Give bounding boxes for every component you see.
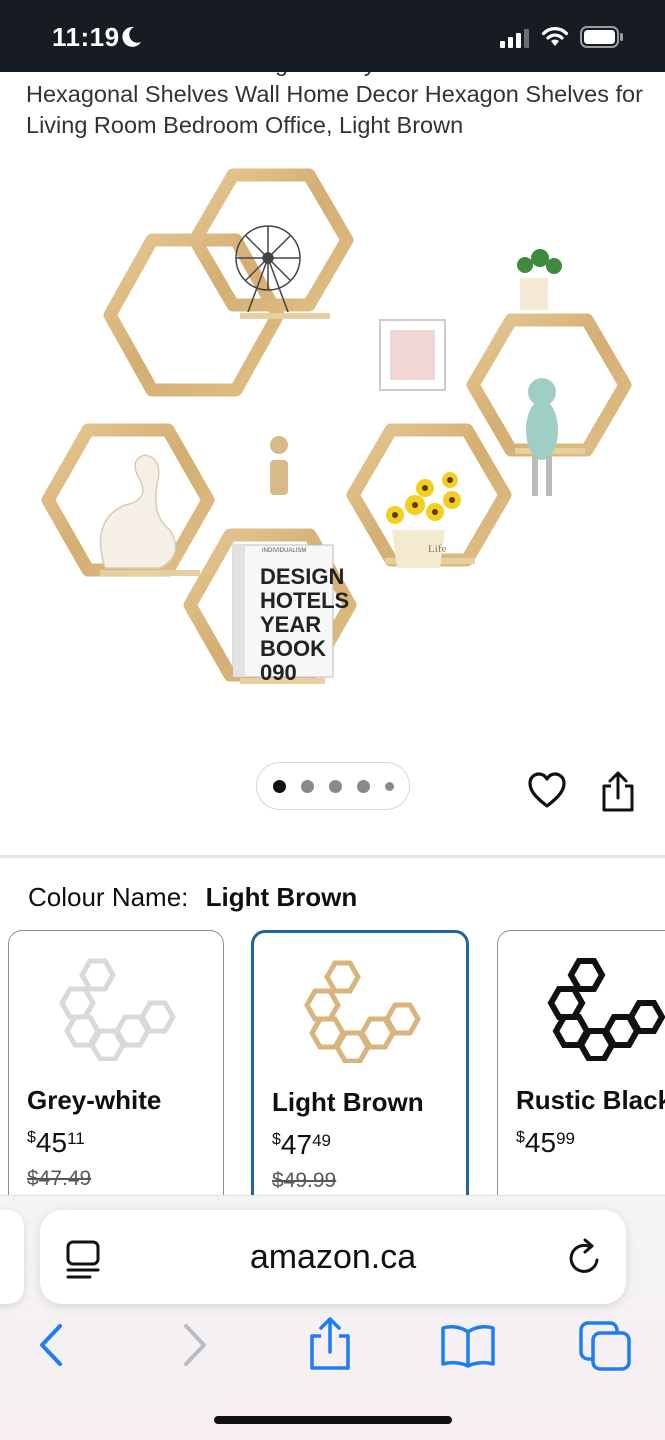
address-bar[interactable]: amazon.ca — [40, 1210, 626, 1304]
carousel-dot[interactable] — [384, 781, 394, 791]
image-carousel-dots[interactable] — [256, 762, 410, 810]
swatch-thumbnail — [304, 960, 421, 1063]
status-bar: 11:19 — [0, 0, 665, 72]
swatch-was-price: $49.99 — [272, 1169, 337, 1192]
carousel-dot[interactable] — [272, 779, 286, 793]
signal-icon — [500, 29, 529, 48]
colour-swatch-rustic-black[interactable]: Rustic Black $4599 — [497, 930, 665, 1230]
swatch-price: $4511 — [27, 1127, 85, 1158]
book-text-1: DESIGN — [260, 564, 344, 589]
product-image[interactable]: INDIVIDUALISM DESIGN HOTELS YEAR BOOK 09… — [30, 160, 640, 720]
colour-label: Colour Name: — [28, 882, 189, 912]
previous-tab-preview[interactable] — [0, 1210, 24, 1304]
moon-icon — [122, 26, 141, 47]
share-icon[interactable] — [308, 1316, 352, 1372]
swatch-name: Light Brown — [272, 1087, 424, 1117]
colour-value: Light Brown — [205, 882, 358, 912]
colour-name-row: Colour Name: Light Brown — [28, 882, 357, 913]
back-icon[interactable] — [36, 1322, 66, 1368]
forward-icon[interactable] — [180, 1322, 210, 1368]
colour-swatch-light-brown[interactable]: Light Brown $4749 $49.99 — [251, 930, 469, 1230]
wifi-icon — [541, 27, 569, 46]
swatch-price: $4599 — [516, 1127, 575, 1158]
share-icon[interactable] — [600, 770, 636, 814]
swatch-was-price: $47.49 — [27, 1167, 92, 1190]
swatch-thumbnail — [59, 958, 176, 1061]
home-indicator[interactable] — [214, 1416, 452, 1424]
book-text-5: 090 — [260, 660, 297, 685]
tabs-icon[interactable] — [578, 1320, 632, 1372]
colour-swatch-grey-white[interactable]: Grey-white $4511 $47.49 — [8, 930, 224, 1230]
product-title: Farmhouse Wood Storage Honeycomb Wall Sh… — [26, 72, 643, 138]
book-text-2: HOTELS — [260, 588, 349, 613]
book-text-3: YEAR — [260, 612, 321, 637]
swatch-price: $4749 — [272, 1129, 331, 1160]
status-time: 11:19 — [52, 22, 120, 52]
carousel-dot[interactable] — [356, 779, 370, 793]
reload-icon[interactable] — [566, 1238, 604, 1278]
battery-icon — [580, 26, 623, 48]
swatch-name: Grey-white — [27, 1085, 162, 1115]
book-small-text: INDIVIDUALISM — [262, 548, 306, 554]
section-divider — [0, 855, 665, 858]
bookmarks-icon[interactable] — [440, 1324, 496, 1368]
pot-text: Life — [428, 543, 446, 555]
heart-icon[interactable] — [528, 772, 566, 810]
swatch-name: Rustic Black — [516, 1085, 665, 1115]
carousel-dot[interactable] — [300, 779, 314, 793]
url-text[interactable]: amazon.ca — [40, 1210, 626, 1304]
book-text-4: BOOK — [260, 636, 326, 661]
carousel-dot[interactable] — [328, 779, 342, 793]
swatch-thumbnail — [547, 958, 665, 1061]
product-title-container: Farmhouse Wood Storage Honeycomb Wall Sh… — [0, 72, 665, 152]
